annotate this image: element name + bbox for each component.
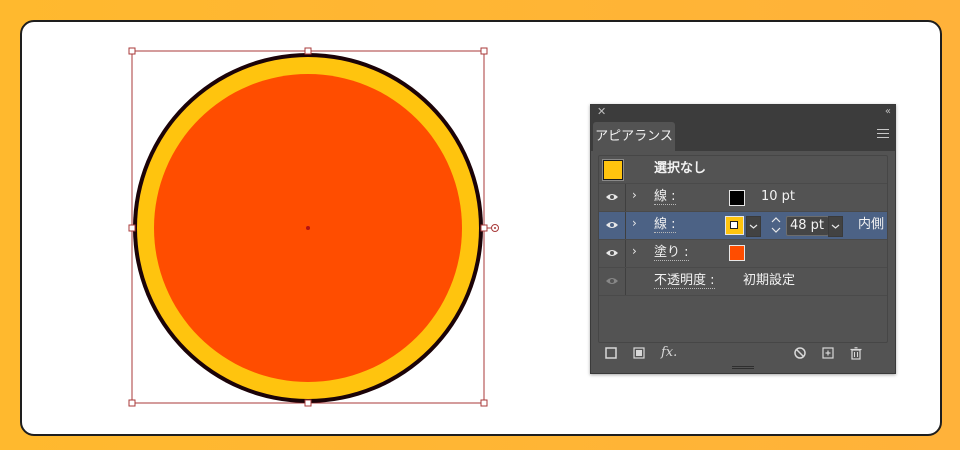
header-row[interactable]: 選択なし [599, 156, 887, 184]
stroke-color-swatch[interactable] [725, 216, 744, 235]
chevron-right-icon[interactable]: › [632, 188, 637, 202]
stroke-label[interactable]: 線 : [654, 217, 676, 233]
clear-appearance-icon[interactable] [794, 347, 806, 359]
chevron-down-icon [749, 224, 758, 229]
opacity-label[interactable]: 不透明度 : [654, 273, 715, 289]
stroke-weight-input[interactable]: 48 pt [786, 216, 829, 236]
add-new-stroke-icon[interactable] [605, 347, 617, 359]
fill-label[interactable]: 塗り : [654, 245, 689, 261]
handle-bottom-left[interactable] [128, 399, 136, 407]
panel-resize-grip[interactable] [732, 366, 754, 371]
eye-icon[interactable] [605, 220, 619, 230]
panel-menu-icon[interactable] [877, 129, 889, 139]
panel-titlebar: ✕ « [591, 105, 895, 119]
fill-color-swatch[interactable] [729, 245, 745, 261]
stroke-align-value[interactable]: 内側 [858, 217, 884, 232]
appearance-panel: ✕ « アピアランス 選択なし › 線 : 10 pt › 線 : 48 pt … [590, 104, 896, 374]
tab-appearance[interactable]: アピアランス [593, 122, 675, 151]
selection-label: 選択なし [654, 161, 707, 176]
appearance-row-fill[interactable]: › 塗り : [599, 240, 887, 268]
panel-footer: fx. [591, 343, 895, 365]
handle-bottom-center[interactable] [304, 399, 312, 407]
chevron-down-icon [831, 224, 840, 229]
close-icon[interactable]: ✕ [597, 105, 606, 119]
appearance-list: 選択なし › 線 : 10 pt › 線 : 48 pt 内側 › 塗り: 不… [598, 155, 888, 343]
handle-top-right[interactable] [480, 47, 488, 55]
handle-middle-right[interactable] [480, 224, 488, 232]
duplicate-item-icon[interactable] [822, 347, 834, 359]
appearance-row-stroke-2[interactable]: › 線 : 48 pt 内側 [599, 212, 887, 240]
add-new-fill-icon[interactable] [633, 347, 645, 359]
empty-area [599, 296, 887, 342]
stroke-color-swatch[interactable] [729, 190, 745, 206]
collapse-icon[interactable]: « [885, 105, 891, 119]
eye-icon[interactable] [605, 192, 619, 202]
stroke-weight-stepper[interactable] [769, 214, 783, 236]
stroke-weight-value[interactable]: 10 pt [761, 189, 795, 204]
handle-middle-left[interactable] [128, 224, 136, 232]
appearance-row-opacity[interactable]: 不透明度 : 初期設定 [599, 268, 887, 296]
add-effect-icon[interactable]: fx. [661, 345, 677, 360]
stroke-color-dropdown[interactable] [746, 216, 761, 237]
stroke-label[interactable]: 線 : [654, 189, 676, 205]
trash-icon[interactable] [850, 347, 862, 360]
center-point [306, 226, 310, 230]
stroke-weight-dropdown[interactable] [828, 216, 843, 237]
panel-tabstrip: アピアランス [591, 119, 895, 151]
eye-icon[interactable] [605, 248, 619, 258]
handle-top-left[interactable] [128, 47, 136, 55]
appearance-row-stroke-1[interactable]: › 線 : 10 pt [599, 184, 887, 212]
chevron-right-icon[interactable]: › [632, 216, 637, 230]
eye-icon[interactable] [605, 276, 619, 286]
handle-bottom-right[interactable] [480, 399, 488, 407]
object-thumbnail [602, 159, 624, 181]
opacity-value: 初期設定 [743, 273, 796, 288]
chevron-right-icon[interactable]: › [632, 244, 637, 258]
handle-top-center[interactable] [304, 47, 312, 55]
